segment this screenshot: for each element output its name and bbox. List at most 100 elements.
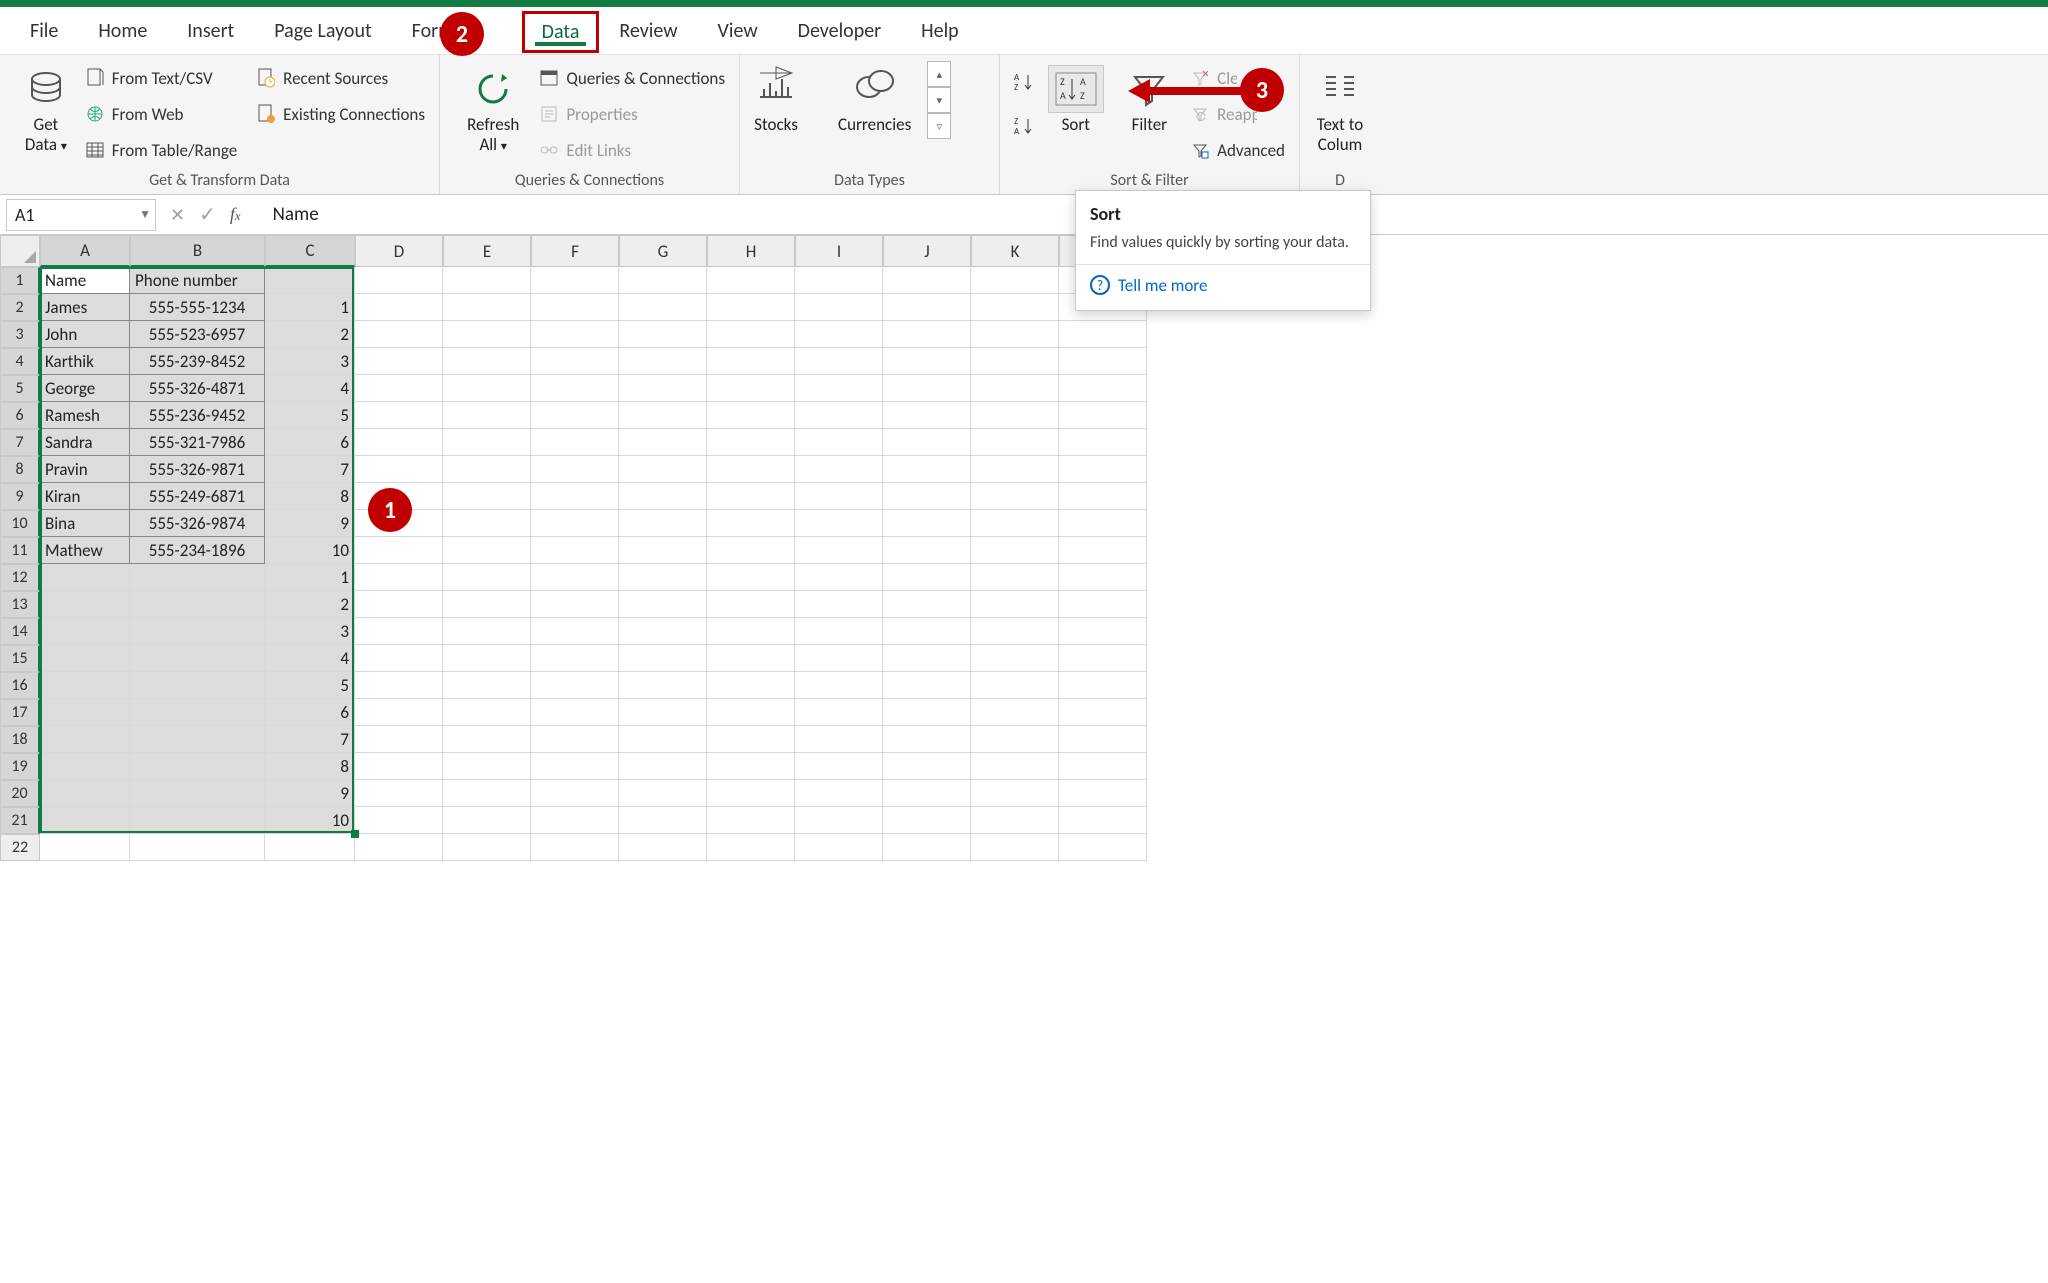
cell-C6[interactable]: 5 <box>265 402 355 429</box>
cell-K11[interactable] <box>971 537 1059 564</box>
row-header-22[interactable]: 22 <box>0 834 40 861</box>
cell-E6[interactable] <box>443 402 531 429</box>
cell-A14[interactable] <box>40 618 130 645</box>
cell-K8[interactable] <box>971 456 1059 483</box>
cell-B13[interactable] <box>130 591 265 618</box>
row-header-19[interactable]: 19 <box>0 753 40 780</box>
cell-A22[interactable] <box>40 834 130 861</box>
cell-A4[interactable]: Karthik <box>40 348 130 375</box>
cell-K14[interactable] <box>971 618 1059 645</box>
cell-L19[interactable] <box>1059 753 1147 780</box>
gallery-more-icon[interactable]: ▿ <box>927 113 951 139</box>
cell-C10[interactable]: 9 <box>265 510 355 537</box>
row-header-9[interactable]: 9 <box>0 483 40 510</box>
cell-E21[interactable] <box>443 807 531 834</box>
cell-K16[interactable] <box>971 672 1059 699</box>
cell-D5[interactable] <box>355 375 443 402</box>
cell-G13[interactable] <box>619 591 707 618</box>
cell-F13[interactable] <box>531 591 619 618</box>
cell-F17[interactable] <box>531 699 619 726</box>
cell-A9[interactable]: Kiran <box>40 483 130 510</box>
cell-F4[interactable] <box>531 348 619 375</box>
cell-J6[interactable] <box>883 402 971 429</box>
cell-E19[interactable] <box>443 753 531 780</box>
cell-B9[interactable]: 555-249-6871 <box>130 483 265 510</box>
cell-A8[interactable]: Pravin <box>40 456 130 483</box>
cell-J7[interactable] <box>883 429 971 456</box>
cell-B1[interactable]: Phone number <box>130 267 265 294</box>
row-header-21[interactable]: 21 <box>0 807 40 834</box>
cell-A7[interactable]: Sandra <box>40 429 130 456</box>
cell-B12[interactable] <box>130 564 265 591</box>
cell-J11[interactable] <box>883 537 971 564</box>
cell-C13[interactable]: 2 <box>265 591 355 618</box>
cell-I11[interactable] <box>795 537 883 564</box>
tab-page-layout[interactable]: Page Layout <box>254 7 391 55</box>
cell-J21[interactable] <box>883 807 971 834</box>
cell-F9[interactable] <box>531 483 619 510</box>
cell-L18[interactable] <box>1059 726 1147 753</box>
cell-L17[interactable] <box>1059 699 1147 726</box>
cell-I5[interactable] <box>795 375 883 402</box>
cell-B15[interactable] <box>130 645 265 672</box>
tab-home[interactable]: Home <box>78 7 167 55</box>
col-header-H[interactable]: H <box>707 235 795 267</box>
cell-H15[interactable] <box>707 645 795 672</box>
from-table-range-button[interactable]: From Table/Range <box>84 135 237 165</box>
from-text-csv-button[interactable]: From Text/CSV <box>84 63 237 93</box>
cell-J5[interactable] <box>883 375 971 402</box>
cell-J13[interactable] <box>883 591 971 618</box>
cell-C16[interactable]: 5 <box>265 672 355 699</box>
cell-F22[interactable] <box>531 834 619 861</box>
existing-connections-button[interactable]: Existing Connections <box>255 99 425 129</box>
cell-E14[interactable] <box>443 618 531 645</box>
name-box[interactable]: A1▼ <box>6 199 156 231</box>
cell-G5[interactable] <box>619 375 707 402</box>
row-header-8[interactable]: 8 <box>0 456 40 483</box>
text-to-columns-button[interactable]: Text toColum <box>1314 61 1366 161</box>
cell-B16[interactable] <box>130 672 265 699</box>
cell-K6[interactable] <box>971 402 1059 429</box>
cell-C11[interactable]: 10 <box>265 537 355 564</box>
cell-B11[interactable]: 555-234-1896 <box>130 537 265 564</box>
cell-B22[interactable] <box>130 834 265 861</box>
cell-F12[interactable] <box>531 564 619 591</box>
cell-K7[interactable] <box>971 429 1059 456</box>
cell-F6[interactable] <box>531 402 619 429</box>
row-header-10[interactable]: 10 <box>0 510 40 537</box>
cell-F8[interactable] <box>531 456 619 483</box>
cell-D19[interactable] <box>355 753 443 780</box>
cell-A20[interactable] <box>40 780 130 807</box>
cell-K19[interactable] <box>971 753 1059 780</box>
cell-E16[interactable] <box>443 672 531 699</box>
cell-D4[interactable] <box>355 348 443 375</box>
gallery-up-icon[interactable]: ▴ <box>927 61 951 87</box>
cell-I2[interactable] <box>795 294 883 321</box>
cell-G21[interactable] <box>619 807 707 834</box>
cell-K10[interactable] <box>971 510 1059 537</box>
row-header-6[interactable]: 6 <box>0 402 40 429</box>
cell-E12[interactable] <box>443 564 531 591</box>
cell-A15[interactable] <box>40 645 130 672</box>
row-header-3[interactable]: 3 <box>0 321 40 348</box>
cell-E22[interactable] <box>443 834 531 861</box>
cell-B18[interactable] <box>130 726 265 753</box>
cell-E10[interactable] <box>443 510 531 537</box>
cell-C8[interactable]: 7 <box>265 456 355 483</box>
cell-D2[interactable] <box>355 294 443 321</box>
cell-C2[interactable]: 1 <box>265 294 355 321</box>
select-all-corner[interactable] <box>0 235 40 267</box>
cell-F21[interactable] <box>531 807 619 834</box>
cell-J3[interactable] <box>883 321 971 348</box>
cell-G6[interactable] <box>619 402 707 429</box>
col-header-G[interactable]: G <box>619 235 707 267</box>
cell-L13[interactable] <box>1059 591 1147 618</box>
cell-E1[interactable] <box>443 267 531 294</box>
cell-F20[interactable] <box>531 780 619 807</box>
advanced-filter-button[interactable]: Advanced <box>1189 135 1285 165</box>
cell-K13[interactable] <box>971 591 1059 618</box>
cell-F7[interactable] <box>531 429 619 456</box>
cell-E7[interactable] <box>443 429 531 456</box>
cell-F5[interactable] <box>531 375 619 402</box>
col-header-F[interactable]: F <box>531 235 619 267</box>
